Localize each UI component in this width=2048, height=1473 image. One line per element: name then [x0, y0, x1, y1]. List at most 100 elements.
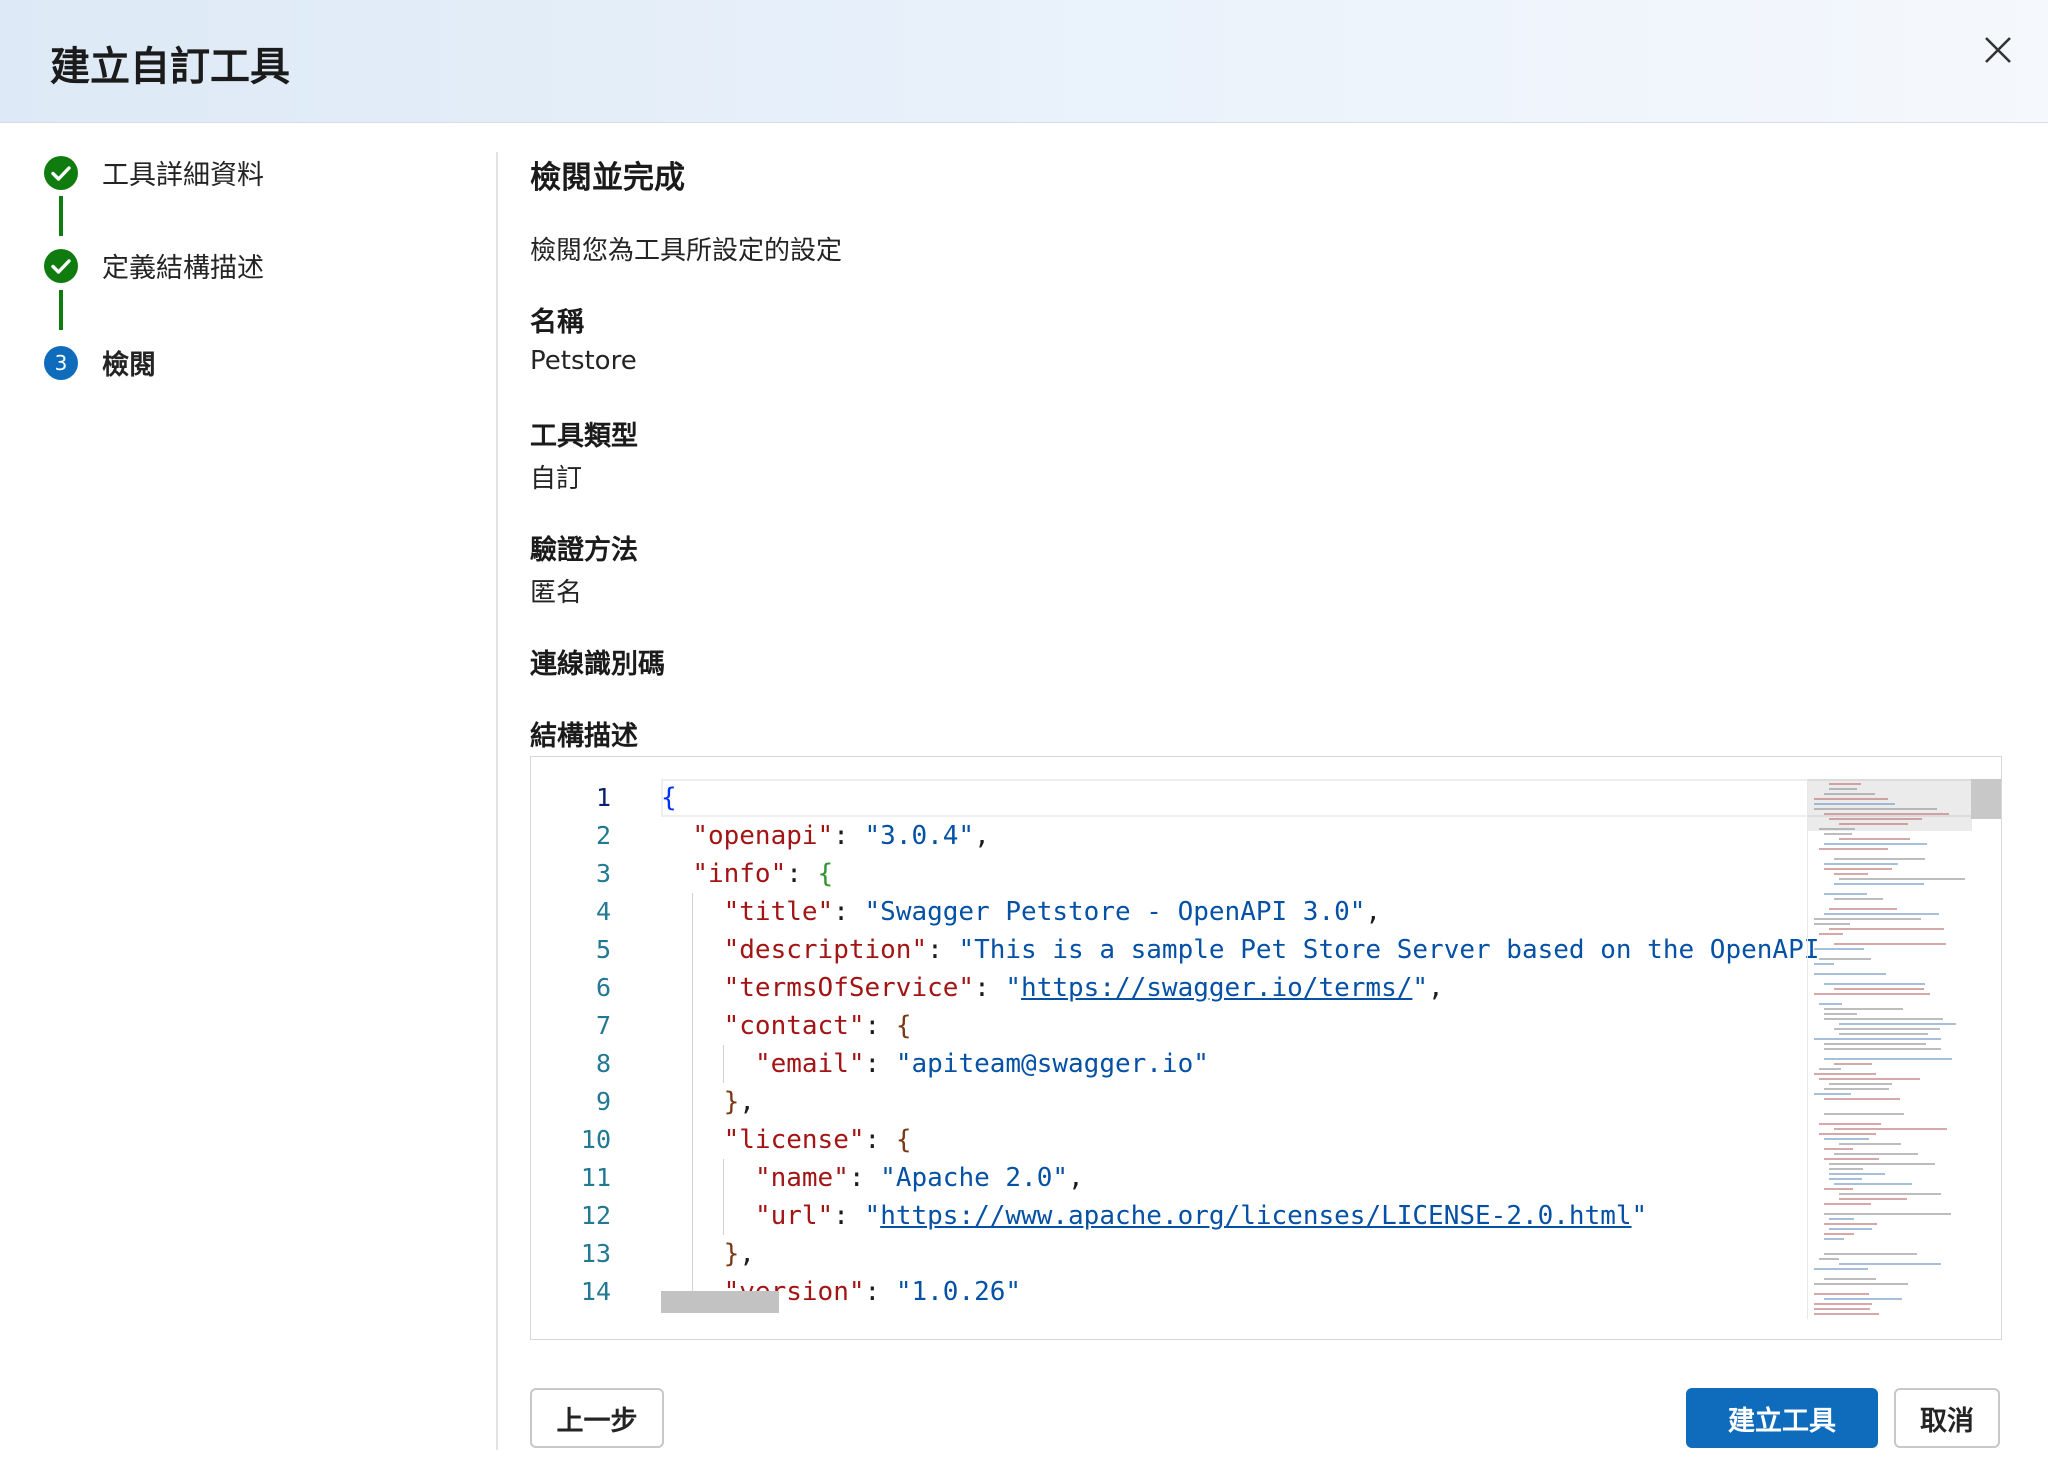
minimap-line — [1814, 973, 1886, 975]
line-number: 14 — [580, 1277, 611, 1306]
checkmark-icon — [44, 248, 78, 283]
line-number: 10 — [580, 1125, 611, 1154]
line-number: 3 — [595, 859, 611, 888]
minimap-line — [1839, 1033, 1928, 1035]
indent-guide — [692, 1197, 694, 1235]
minimap-line — [1819, 828, 1855, 830]
minimap-line — [1829, 1083, 1892, 1085]
create-tool-button[interactable]: 建立工具 — [1686, 1388, 1878, 1448]
line-number: 13 — [580, 1239, 611, 1268]
minimap-line — [1814, 1268, 1868, 1270]
minimap-line — [1839, 1143, 1901, 1145]
line-number: 1 — [595, 783, 611, 812]
minimap-line — [1839, 1193, 1941, 1195]
minimap-line — [1819, 1078, 1920, 1080]
indent-guide — [692, 931, 694, 969]
minimap-line — [1839, 1263, 1941, 1265]
field-label-name: 名稱 — [530, 307, 584, 338]
minimap-line — [1819, 1068, 1841, 1070]
field-label-connection-id: 連線識別碼 — [530, 649, 665, 680]
code-line: "email": "apiteam@swagger.io" — [661, 1045, 1941, 1083]
step-review[interactable]: 3 檢閱 — [44, 343, 156, 382]
minimap-line — [1829, 818, 1922, 820]
step-number-badge: 3 — [44, 345, 78, 380]
line-number: 5 — [595, 935, 611, 964]
minimap-line — [1814, 918, 1921, 920]
indent-guide — [723, 1197, 725, 1235]
back-button[interactable]: 上一步 — [530, 1388, 664, 1448]
step-define-schema[interactable]: 定義結構描述 — [44, 246, 264, 285]
minimap-line — [1839, 823, 1908, 825]
close-button[interactable] — [1978, 30, 2018, 70]
minimap-line — [1824, 1113, 1904, 1115]
line-number: 6 — [595, 973, 611, 1002]
minimap-line — [1814, 923, 1850, 925]
minimap-line — [1824, 1278, 1876, 1280]
minimap-line — [1824, 913, 1939, 915]
minimap-line — [1824, 1233, 1854, 1235]
minimap-line — [1814, 1093, 1851, 1095]
field-value-name: Petstore — [530, 346, 637, 376]
line-number: 11 — [580, 1163, 611, 1192]
minimap-line — [1824, 1188, 1853, 1190]
minimap-line — [1814, 1073, 1876, 1075]
minimap-line — [1824, 1203, 1871, 1205]
indent-guide — [692, 1235, 694, 1273]
review-title: 檢閱並完成 — [530, 160, 685, 196]
code-minimap[interactable] — [1807, 779, 1972, 1319]
code-content[interactable]: { "openapi": "3.0.4", "info": { "title":… — [661, 779, 1941, 1311]
minimap-line — [1814, 993, 1930, 995]
code-line: "termsOfService": "https://swagger.io/te… — [661, 969, 1941, 1007]
code-line: "name": "Apache 2.0", — [661, 1159, 1941, 1197]
minimap-line — [1824, 1008, 1903, 1010]
minimap-line — [1829, 1163, 1935, 1165]
vertical-scrollbar[interactable] — [1971, 779, 2001, 819]
indent-guide — [692, 1083, 694, 1121]
dialog-header: 建立自訂工具 — [0, 0, 2048, 123]
minimap-line — [1829, 1218, 1854, 1220]
minimap-line — [1824, 1298, 1902, 1300]
code-line: "info": { — [692, 859, 834, 889]
minimap-line — [1834, 898, 1883, 900]
minimap-line — [1824, 1043, 1926, 1045]
minimap-line — [1814, 948, 1864, 950]
code-line: "license": { — [661, 1121, 1941, 1159]
minimap-line — [1824, 983, 1925, 985]
code-line: }, — [661, 1235, 1941, 1273]
minimap-line — [1819, 958, 1871, 960]
minimap-line — [1824, 1238, 1844, 1240]
step-label: 工具詳細資料 — [102, 160, 264, 191]
minimap-line — [1819, 1133, 1876, 1135]
minimap-line — [1829, 1228, 1872, 1230]
cancel-button[interactable]: 取消 — [1894, 1388, 2000, 1448]
code-line: "version": "1.0.26" — [661, 1273, 1941, 1311]
schema-code-editor[interactable]: 1 2 3 4 5 6 7 8 9 10 11 12 13 14 { "open… — [530, 756, 2002, 1340]
schema-label: 結構描述 — [530, 721, 638, 752]
minimap-line — [1814, 1303, 1872, 1305]
field-value-tool-type: 自訂 — [530, 464, 583, 494]
indent-guide — [692, 969, 694, 1007]
minimap-line — [1814, 1038, 1941, 1040]
minimap-line — [1824, 843, 1927, 845]
minimap-line — [1829, 908, 1897, 910]
minimap-line — [1839, 1023, 1956, 1025]
minimap-line — [1824, 1058, 1952, 1060]
panel-divider — [496, 152, 498, 1450]
indent-guide — [692, 1159, 694, 1197]
close-icon — [1985, 37, 2011, 63]
code-line: "openapi": "3.0.4", — [692, 821, 990, 851]
checkmark-icon — [44, 155, 78, 190]
step-connector — [59, 290, 63, 330]
line-number: 2 — [595, 821, 611, 850]
horizontal-scrollbar[interactable] — [661, 1291, 779, 1313]
minimap-line — [1824, 1013, 1857, 1015]
create-custom-tool-dialog: 建立自訂工具 工具詳細資料 定義結構描述 3 檢閱 檢閱並完成 檢閱您為工具所設… — [0, 0, 2048, 1473]
line-number: 4 — [595, 897, 611, 926]
minimap-line — [1814, 798, 1888, 800]
minimap-line — [1824, 893, 1867, 895]
minimap-line — [1824, 1223, 1877, 1225]
indent-guide — [723, 1045, 725, 1083]
code-line: }, — [661, 1083, 1941, 1121]
field-label-auth-method: 驗證方法 — [530, 535, 638, 566]
step-tool-details[interactable]: 工具詳細資料 — [44, 153, 264, 192]
